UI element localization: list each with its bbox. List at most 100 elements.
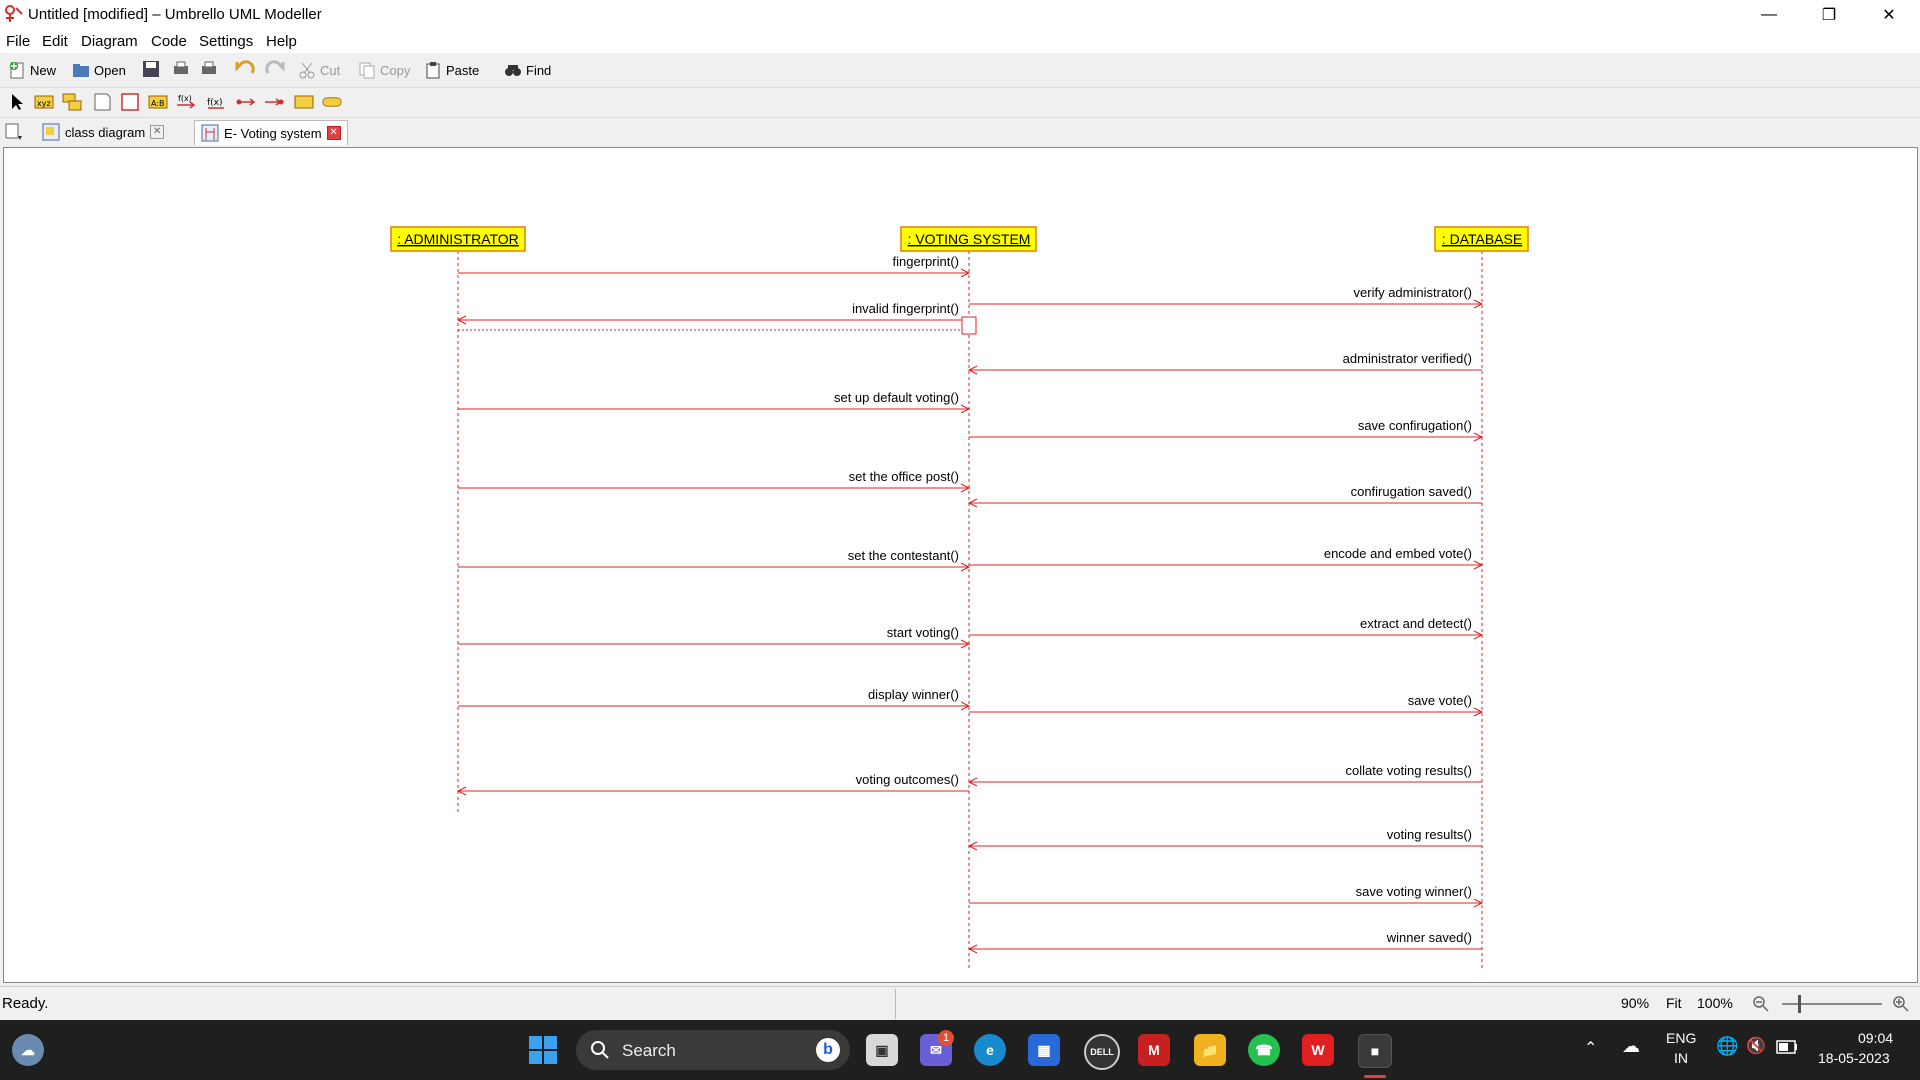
paste-button[interactable]: Paste	[424, 59, 479, 81]
whatsapp-icon[interactable]: ☎	[1248, 1034, 1280, 1066]
save-icon[interactable]	[142, 60, 160, 78]
start-windows-icon[interactable]	[528, 1035, 558, 1065]
async-message-icon[interactable]: f(x)	[206, 93, 226, 111]
tab-e-voting-system-label: E- Voting system	[224, 125, 322, 141]
print-preview-icon[interactable]	[200, 60, 218, 78]
language-eng[interactable]: ENG	[1666, 1030, 1696, 1046]
minimize-button[interactable]: —	[1746, 0, 1792, 29]
message-label[interactable]: save confirugation()	[1358, 418, 1472, 433]
message-label[interactable]: save voting winner()	[1356, 884, 1472, 899]
search-icon	[591, 1041, 609, 1059]
new-document-icon	[10, 62, 24, 79]
copy-icon	[359, 62, 375, 79]
message-label[interactable]: display winner()	[868, 687, 959, 702]
weather-icon[interactable]: ☁	[12, 1034, 44, 1066]
find-button[interactable]: Find	[504, 59, 551, 81]
new-button[interactable]: New	[8, 59, 56, 81]
undo-icon[interactable]	[234, 59, 256, 79]
text-tool-icon[interactable]: A:B	[148, 93, 168, 111]
clock-time[interactable]: 09:04	[1858, 1030, 1893, 1046]
show-hidden-icons-chevron-icon[interactable]: ⌃	[1584, 1038, 1597, 1058]
note-tool-icon[interactable]	[92, 93, 112, 111]
message-label[interactable]: voting outcomes()	[856, 772, 959, 787]
message-label[interactable]: invalid fingerprint()	[852, 301, 959, 316]
zoom-fit-button[interactable]: Fit	[1666, 995, 1682, 1011]
new-diagram-icon[interactable]	[4, 122, 24, 142]
tab-e-voting-system[interactable]: E- Voting system ✕	[194, 120, 348, 145]
message-label[interactable]: collate voting results()	[1346, 763, 1472, 778]
diagram-canvas[interactable]: : ADMINISTRATOR : VOTING SYSTEM : DATABASE…	[3, 147, 1918, 983]
select-arrow-icon[interactable]	[8, 93, 28, 111]
taskbar-search[interactable]: Search b	[576, 1030, 850, 1070]
network-globe-icon[interactable]: 🌐	[1716, 1036, 1738, 1057]
zoom-out-icon[interactable]	[1752, 995, 1770, 1013]
message-label[interactable]: save vote()	[1408, 693, 1472, 708]
edge-browser-icon[interactable]: e	[974, 1034, 1006, 1066]
lifeline-label[interactable]: : VOTING SYSTEM	[908, 231, 1031, 247]
zoom-in-icon[interactable]	[1892, 995, 1910, 1013]
message-label[interactable]: encode and embed vote()	[1324, 546, 1472, 561]
bing-icon[interactable]: b	[816, 1038, 840, 1062]
message-label[interactable]: confirugation saved()	[1351, 484, 1472, 499]
clock-date[interactable]: 18-05-2023	[1818, 1050, 1890, 1066]
print-icon[interactable]	[172, 60, 190, 78]
task-view-icon[interactable]: ▣	[866, 1034, 898, 1066]
message-label[interactable]: start voting()	[887, 625, 959, 640]
cut-button[interactable]: Cut	[298, 59, 340, 81]
language-in[interactable]: IN	[1674, 1050, 1688, 1066]
object-tool-icon[interactable]: xyz	[34, 93, 54, 111]
windows-taskbar: ☁ Search b ▣ ✉ 1 e ▦ DELL M 📁 ☎ W ■ ⌃ ☁ …	[0, 1020, 1920, 1080]
message-label[interactable]: voting results()	[1387, 827, 1472, 842]
tab-class-diagram[interactable]: class diagram ✕	[36, 120, 170, 144]
message-label[interactable]: fingerprint()	[893, 254, 959, 269]
scissors-icon	[299, 62, 315, 79]
message-label[interactable]: set the contestant()	[848, 548, 959, 563]
box-tool-icon[interactable]	[120, 93, 140, 111]
close-tab-icon[interactable]: ✕	[150, 125, 165, 139]
end-of-life-icon[interactable]	[322, 93, 342, 111]
dell-icon[interactable]: DELL	[1084, 1034, 1120, 1070]
volume-muted-icon[interactable]: 🔇	[1746, 1036, 1766, 1056]
found-message-icon[interactable]	[236, 93, 256, 111]
lost-message-icon[interactable]	[264, 93, 284, 111]
copy-button[interactable]: Copy	[358, 59, 410, 81]
precondition-icon[interactable]	[294, 93, 314, 111]
close-tab-icon[interactable]: ✕	[326, 126, 341, 140]
menu-settings[interactable]: Settings	[199, 33, 253, 50]
redo-icon[interactable]	[264, 59, 286, 79]
tab-class-diagram-label: class diagram	[65, 124, 146, 140]
message-label[interactable]: winner saved()	[1386, 930, 1472, 945]
message-label[interactable]: extract and detect()	[1360, 616, 1472, 631]
menu-code[interactable]: Code	[151, 33, 187, 50]
file-explorer-icon[interactable]: 📁	[1194, 1034, 1226, 1066]
sequence-diagram[interactable]: : ADMINISTRATOR : VOTING SYSTEM : DATABASE…	[4, 148, 1917, 982]
mcafee-icon[interactable]: M	[1138, 1034, 1170, 1066]
sync-message-icon[interactable]: f(x)	[176, 93, 196, 111]
lifeline-label[interactable]: : DATABASE	[1442, 231, 1522, 247]
onedrive-icon[interactable]: ☁	[1622, 1036, 1640, 1057]
restore-button[interactable]: ❐	[1806, 0, 1852, 29]
combined-fragment-icon[interactable]	[62, 93, 82, 111]
activation-box[interactable]	[961, 316, 977, 335]
binoculars-icon	[505, 65, 521, 76]
menu-file[interactable]: File	[6, 33, 30, 50]
zoom-slider[interactable]	[1782, 1003, 1882, 1005]
message-label[interactable]: set up default voting()	[834, 390, 959, 405]
message-label[interactable]: verify administrator()	[1354, 285, 1472, 300]
tab-bar: class diagram ✕ E- Voting system ✕	[0, 118, 1920, 146]
copy-label: Copy	[380, 62, 411, 78]
menu-edit[interactable]: Edit	[42, 33, 68, 50]
umbrello-taskbar-icon[interactable]: ■	[1358, 1034, 1392, 1068]
menu-help[interactable]: Help	[266, 33, 297, 50]
battery-icon[interactable]	[1776, 1040, 1798, 1054]
wps-office-icon[interactable]: W	[1302, 1034, 1334, 1066]
zoom-slider-handle[interactable]	[1798, 995, 1801, 1013]
close-button[interactable]: ✕	[1866, 0, 1912, 29]
menu-diagram[interactable]: Diagram	[81, 33, 138, 50]
open-button[interactable]: Open	[72, 59, 126, 81]
message-label[interactable]: administrator verified()	[1343, 351, 1472, 366]
lifeline-label[interactable]: : ADMINISTRATOR	[397, 231, 519, 247]
microsoft-store-icon[interactable]: ▦	[1028, 1034, 1060, 1066]
message-label[interactable]: set the office post()	[849, 469, 959, 484]
zoom-100-button[interactable]: 100%	[1697, 995, 1733, 1011]
